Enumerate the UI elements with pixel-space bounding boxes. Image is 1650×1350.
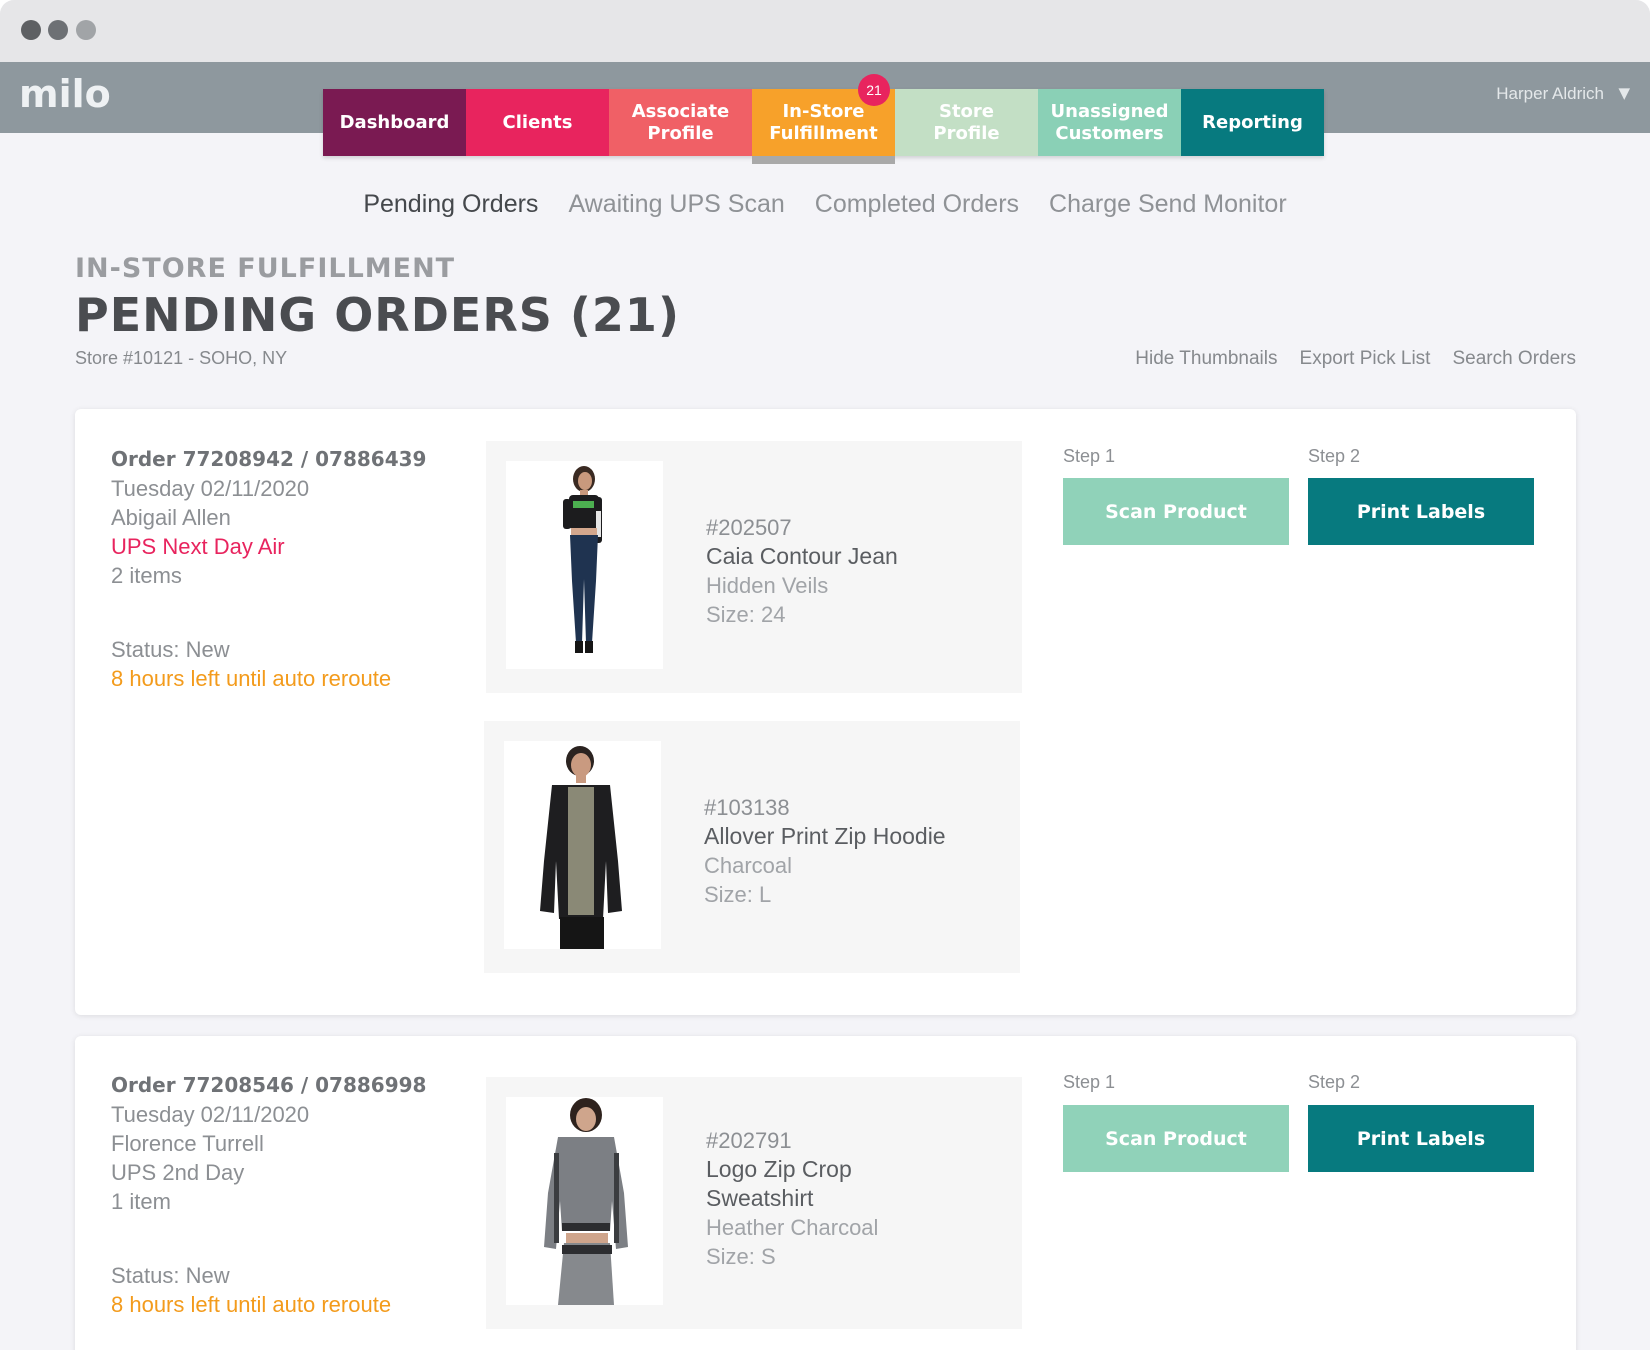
item-details: #103138 Allover Print Zip Hoodie Charcoa…: [704, 793, 946, 909]
model-hoodie-photo-icon: [504, 741, 661, 949]
item-sku: #202507: [706, 515, 792, 540]
hide-thumbnails-link[interactable]: Hide Thumbnails: [1135, 348, 1277, 370]
item-color: Hidden Veils: [706, 573, 829, 598]
item-details: #202507 Caia Contour Jean Hidden Veils S…: [706, 513, 898, 629]
print-labels-button[interactable]: Print Labels: [1308, 478, 1534, 545]
order-item[interactable]: #202791 Logo Zip Crop Sweatshirt Heather…: [486, 1077, 1022, 1329]
item-name-line-2: Sweatshirt: [706, 1185, 814, 1211]
shipping-method: UPS Next Day Air: [111, 534, 285, 559]
shipping-method: UPS 2nd Day: [111, 1160, 245, 1185]
main-nav: Dashboard Clients Associate Profile In-S…: [323, 74, 1324, 164]
notification-badge: 21: [858, 74, 890, 106]
app-window: milo Harper Aldrich ▼ Dashboard Clients …: [0, 0, 1650, 1350]
item-name-line-1: Logo Zip Crop: [706, 1156, 852, 1182]
order-date: Tuesday 02/11/2020: [111, 1102, 310, 1127]
order-card: Order 77208942 / 07886439 Tuesday 02/11/…: [75, 409, 1576, 1015]
page-actions: Hide Thumbnails Export Pick List Search …: [1135, 348, 1576, 370]
order-item[interactable]: #202507 Caia Contour Jean Hidden Veils S…: [486, 441, 1022, 693]
nav-tab-dashboard[interactable]: Dashboard: [323, 89, 466, 156]
window-maximize-button[interactable]: [76, 20, 96, 40]
scan-product-button[interactable]: Scan Product: [1063, 1105, 1289, 1172]
model-jeans-photo-icon: [506, 461, 663, 669]
order-date: Tuesday 02/11/2020: [111, 476, 310, 501]
store-label: Store #10121 - SOHO, NY: [75, 348, 288, 368]
window-close-button[interactable]: [21, 20, 41, 40]
nav-tab-reporting[interactable]: Reporting: [1181, 89, 1324, 156]
step-2-label: Step 2: [1308, 446, 1361, 466]
nav-tab-in-store-fulfillment[interactable]: In-Store Fulfillment 21: [752, 74, 895, 164]
user-name[interactable]: Harper Aldrich: [1496, 84, 1604, 104]
subtab-awaiting-ups-scan[interactable]: Awaiting UPS Scan: [568, 190, 784, 219]
item-size: Size: L: [704, 882, 772, 907]
subtab-pending-orders[interactable]: Pending Orders: [363, 190, 538, 219]
step-2-label: Step 2: [1308, 1072, 1361, 1092]
nav-tab-store-profile[interactable]: Store Profile: [895, 89, 1038, 156]
customer-name[interactable]: Abigail Allen: [111, 503, 426, 532]
export-pick-list-link[interactable]: Export Pick List: [1300, 348, 1431, 370]
print-labels-button[interactable]: Print Labels: [1308, 1105, 1534, 1172]
order-item[interactable]: #103138 Allover Print Zip Hoodie Charcoa…: [484, 721, 1020, 973]
item-name: Caia Contour Jean: [706, 543, 898, 569]
step-1-label: Step 1: [1063, 1072, 1116, 1092]
page-title: PENDING ORDERS (21): [75, 288, 680, 342]
scan-product-button[interactable]: Scan Product: [1063, 478, 1289, 545]
order-meta: Order 77208546 / 07886998 Tuesday 02/11/…: [111, 1071, 426, 1216]
status-text: Status: New: [111, 1263, 230, 1288]
nav-tab-associate-profile[interactable]: Associate Profile: [609, 89, 752, 156]
app-logo[interactable]: milo: [19, 72, 111, 116]
item-sku: #103138: [704, 795, 790, 820]
reroute-warning: 8 hours left until auto reroute: [111, 666, 392, 691]
status-text: Status: New: [111, 637, 230, 662]
item-color: Heather Charcoal: [706, 1215, 879, 1240]
item-size: Size: 24: [706, 602, 786, 627]
order-number[interactable]: Order 77208942 / 07886439: [111, 445, 426, 474]
reroute-warning: 8 hours left until auto reroute: [111, 1292, 392, 1317]
item-details: #202791 Logo Zip Crop Sweatshirt Heather…: [706, 1126, 878, 1271]
order-meta: Order 77208942 / 07886439 Tuesday 02/11/…: [111, 445, 426, 590]
order-number[interactable]: Order 77208546 / 07886998: [111, 1071, 426, 1100]
model-sweatshirt-photo-icon: [506, 1097, 663, 1305]
order-card: Order 77208546 / 07886998 Tuesday 02/11/…: [75, 1036, 1576, 1350]
nav-tab-clients[interactable]: Clients: [466, 89, 609, 156]
step-1-label: Step 1: [1063, 446, 1116, 466]
customer-name[interactable]: Florence Turrell: [111, 1129, 426, 1158]
search-orders-link[interactable]: Search Orders: [1452, 348, 1576, 370]
order-status: Status: New 8 hours left until auto rero…: [111, 635, 391, 693]
subtab-completed-orders[interactable]: Completed Orders: [815, 190, 1019, 219]
item-count: 2 items: [111, 563, 182, 588]
subtab-charge-send-monitor[interactable]: Charge Send Monitor: [1049, 190, 1287, 219]
section-eyebrow: IN-STORE FULFILLMENT: [75, 253, 456, 284]
item-color: Charcoal: [704, 853, 793, 878]
item-sku: #202791: [706, 1128, 792, 1153]
item-size: Size: S: [706, 1244, 776, 1269]
sub-tabs: Pending Orders Awaiting UPS Scan Complet…: [0, 190, 1650, 219]
user-menu-caret-icon[interactable]: ▼: [1618, 84, 1630, 102]
nav-tab-unassigned-customers[interactable]: Unassigned Customers: [1038, 89, 1181, 156]
window-titlebar: [0, 0, 1650, 62]
item-count: 1 item: [111, 1189, 171, 1214]
order-status: Status: New 8 hours left until auto rero…: [111, 1261, 391, 1319]
window-minimize-button[interactable]: [48, 20, 68, 40]
nav-tab-label: In-Store Fulfillment: [769, 100, 878, 144]
item-name: Allover Print Zip Hoodie: [704, 823, 946, 849]
